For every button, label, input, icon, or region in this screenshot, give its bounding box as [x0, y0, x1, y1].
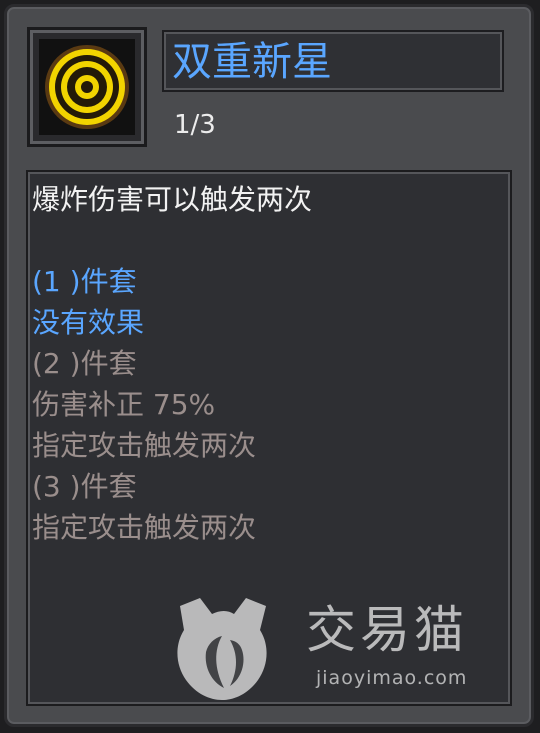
watermark-brand: 交易猫: [306, 601, 468, 659]
set-bonus-3-effect: 指定攻击触发两次: [32, 511, 257, 544]
item-icon-frame: [27, 27, 147, 147]
concentric-rings-icon: [39, 39, 135, 135]
item-name-box: 双重新星: [162, 30, 504, 92]
set-bonus-1-effect: 没有效果: [32, 306, 145, 339]
watermark: 交易猫 jiaoyimao.com: [172, 596, 492, 706]
set-bonus-3-label: (3 )件套: [32, 470, 137, 503]
item-name: 双重新星: [172, 39, 332, 85]
set-bonus-1-label: (1 )件套: [32, 265, 137, 298]
set-count: 1/3: [174, 110, 216, 140]
watermark-url: jiaoyimao.com: [316, 667, 468, 689]
set-bonus-2-effect-2: 指定攻击触发两次: [32, 429, 257, 462]
cat-logo-icon: [177, 598, 267, 700]
set-bonus-2-effect: 伤害补正 75%: [32, 388, 216, 421]
item-description: 爆炸伤害可以触发两次: [32, 183, 313, 216]
set-bonus-2-label: (2 )件套: [32, 347, 137, 380]
